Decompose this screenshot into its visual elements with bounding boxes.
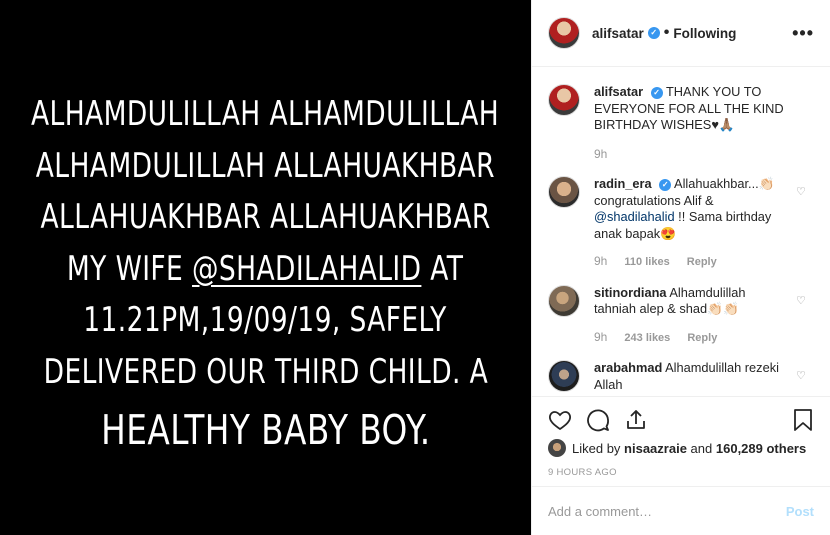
liked-by-prefix: Liked by (572, 440, 621, 456)
post-text-line-4: MY WIFE @SHADILAHALID AT (67, 244, 463, 296)
verified-badge-icon: ✓ (647, 27, 660, 39)
comment-time: 9h (594, 329, 608, 344)
liked-by-others[interactable]: 160,289 others (716, 441, 806, 456)
share-icon[interactable] (624, 408, 648, 432)
liked-by-user[interactable]: nisaazraie (624, 441, 687, 456)
add-comment-bar: Post (532, 486, 830, 535)
comment-username[interactable]: arabahmad (594, 360, 662, 375)
more-options-icon[interactable]: ••• (792, 23, 814, 44)
commenter-avatar[interactable] (548, 284, 580, 317)
comment-username[interactable]: sitinordiana (594, 285, 667, 300)
caption: alifsatar ✓ THANK YOU TO EVERYONE FOR AL… (548, 84, 814, 176)
comment-time: 9h (594, 254, 608, 268)
comment-body: radin_era ✓ Allahuakhbar...👏🏻 congratula… (594, 176, 814, 285)
reply-button[interactable]: Reply (687, 332, 717, 344)
post-text-line-7: HEALTHY BABY BOY. (100, 406, 431, 454)
post-text-line-4-start: MY WIFE (67, 248, 193, 289)
comment-body: sitinordiana Alhamdulillah tahniah alep … (594, 285, 814, 361)
comment-likes[interactable]: 243 likes (624, 332, 670, 344)
post-image[interactable]: ALHAMDULILLAH ALHAMDULILLAH ALHAMDULILLA… (0, 0, 531, 535)
add-comment-input[interactable] (548, 503, 786, 519)
caption-username[interactable]: alifsatar (594, 84, 643, 99)
liker-avatar[interactable] (548, 439, 566, 457)
comment-bubble-icon[interactable] (586, 408, 610, 432)
comment-likes[interactable]: 110 likes (624, 256, 669, 268)
verified-badge-icon: ✓ (659, 178, 672, 191)
comments-list[interactable]: alifsatar ✓ THANK YOU TO EVERYONE FOR AL… (532, 68, 830, 396)
comment-username[interactable]: radin_era (594, 176, 652, 191)
caption-body: alifsatar ✓ THANK YOU TO EVERYONE FOR AL… (594, 84, 814, 176)
post-text-mention: @SHADILAHALID (192, 248, 422, 289)
post-text-line-5: 11.21PM,19/09/19, SAFELY (83, 300, 448, 340)
list-item: radin_era ✓ Allahuakhbar...👏🏻 congratula… (548, 176, 814, 285)
comment-meta: 9h 110 likes Reply (594, 253, 790, 271)
post-text-line-6: DELIVERED OUR THIRD CHILD. A (43, 351, 488, 392)
action-icons-row (548, 405, 814, 435)
comment-like-heart-icon[interactable]: ♡ (796, 370, 808, 382)
author-username[interactable]: alifsatar (592, 26, 644, 41)
post-text-line-1: ALHAMDULILLAH ALHAMDULILLAH (31, 94, 500, 134)
post-comment-button[interactable]: Post (786, 504, 814, 519)
commenter-avatar[interactable] (548, 176, 580, 208)
reply-button[interactable]: Reply (687, 256, 717, 268)
save-bookmark-icon[interactable] (792, 408, 814, 432)
caption-time: 9h (594, 146, 608, 161)
list-item: sitinordiana Alhamdulillah tahniah alep … (548, 284, 814, 361)
following-button[interactable]: Following (673, 26, 736, 41)
liked-by-and: and (690, 440, 713, 456)
post-sidebar: alifsatar ✓ • Following ••• alifsatar ✓ … (531, 0, 830, 535)
comment-like-heart-icon[interactable]: ♡ (796, 186, 808, 198)
post-time-ago[interactable]: 9 HOURS AGO (548, 467, 814, 478)
author-avatar[interactable] (548, 17, 580, 49)
post-header: alifsatar ✓ • Following ••• (532, 0, 830, 67)
caption-avatar[interactable] (548, 84, 580, 116)
comment-mention-link[interactable]: @shadilahalid (594, 209, 675, 224)
header-separator: • (663, 24, 670, 41)
post-text-line-4-end: AT (421, 248, 464, 289)
comment-body: arabahmad Alhamdulillah rezeki Allah (594, 360, 814, 393)
post-actions: Liked by nisaazraie and 160,289 others 9… (532, 396, 830, 484)
comment-meta: 9h 243 likes Reply (594, 329, 790, 347)
like-heart-icon[interactable] (548, 408, 572, 432)
comment-like-heart-icon[interactable]: ♡ (796, 295, 808, 307)
post-text-line-2: ALHAMDULILLAH ALLAHUAKHBAR (35, 145, 496, 186)
liked-by-row: Liked by nisaazraie and 160,289 others (548, 439, 814, 457)
post-text-line-3: ALLAHUAKHBAR ALLAHUAKHBAR (40, 197, 491, 237)
commenter-avatar[interactable] (548, 360, 580, 392)
list-item: arabahmad Alhamdulillah rezeki Allah ♡ (548, 360, 814, 393)
verified-badge-icon: ✓ (650, 86, 663, 99)
